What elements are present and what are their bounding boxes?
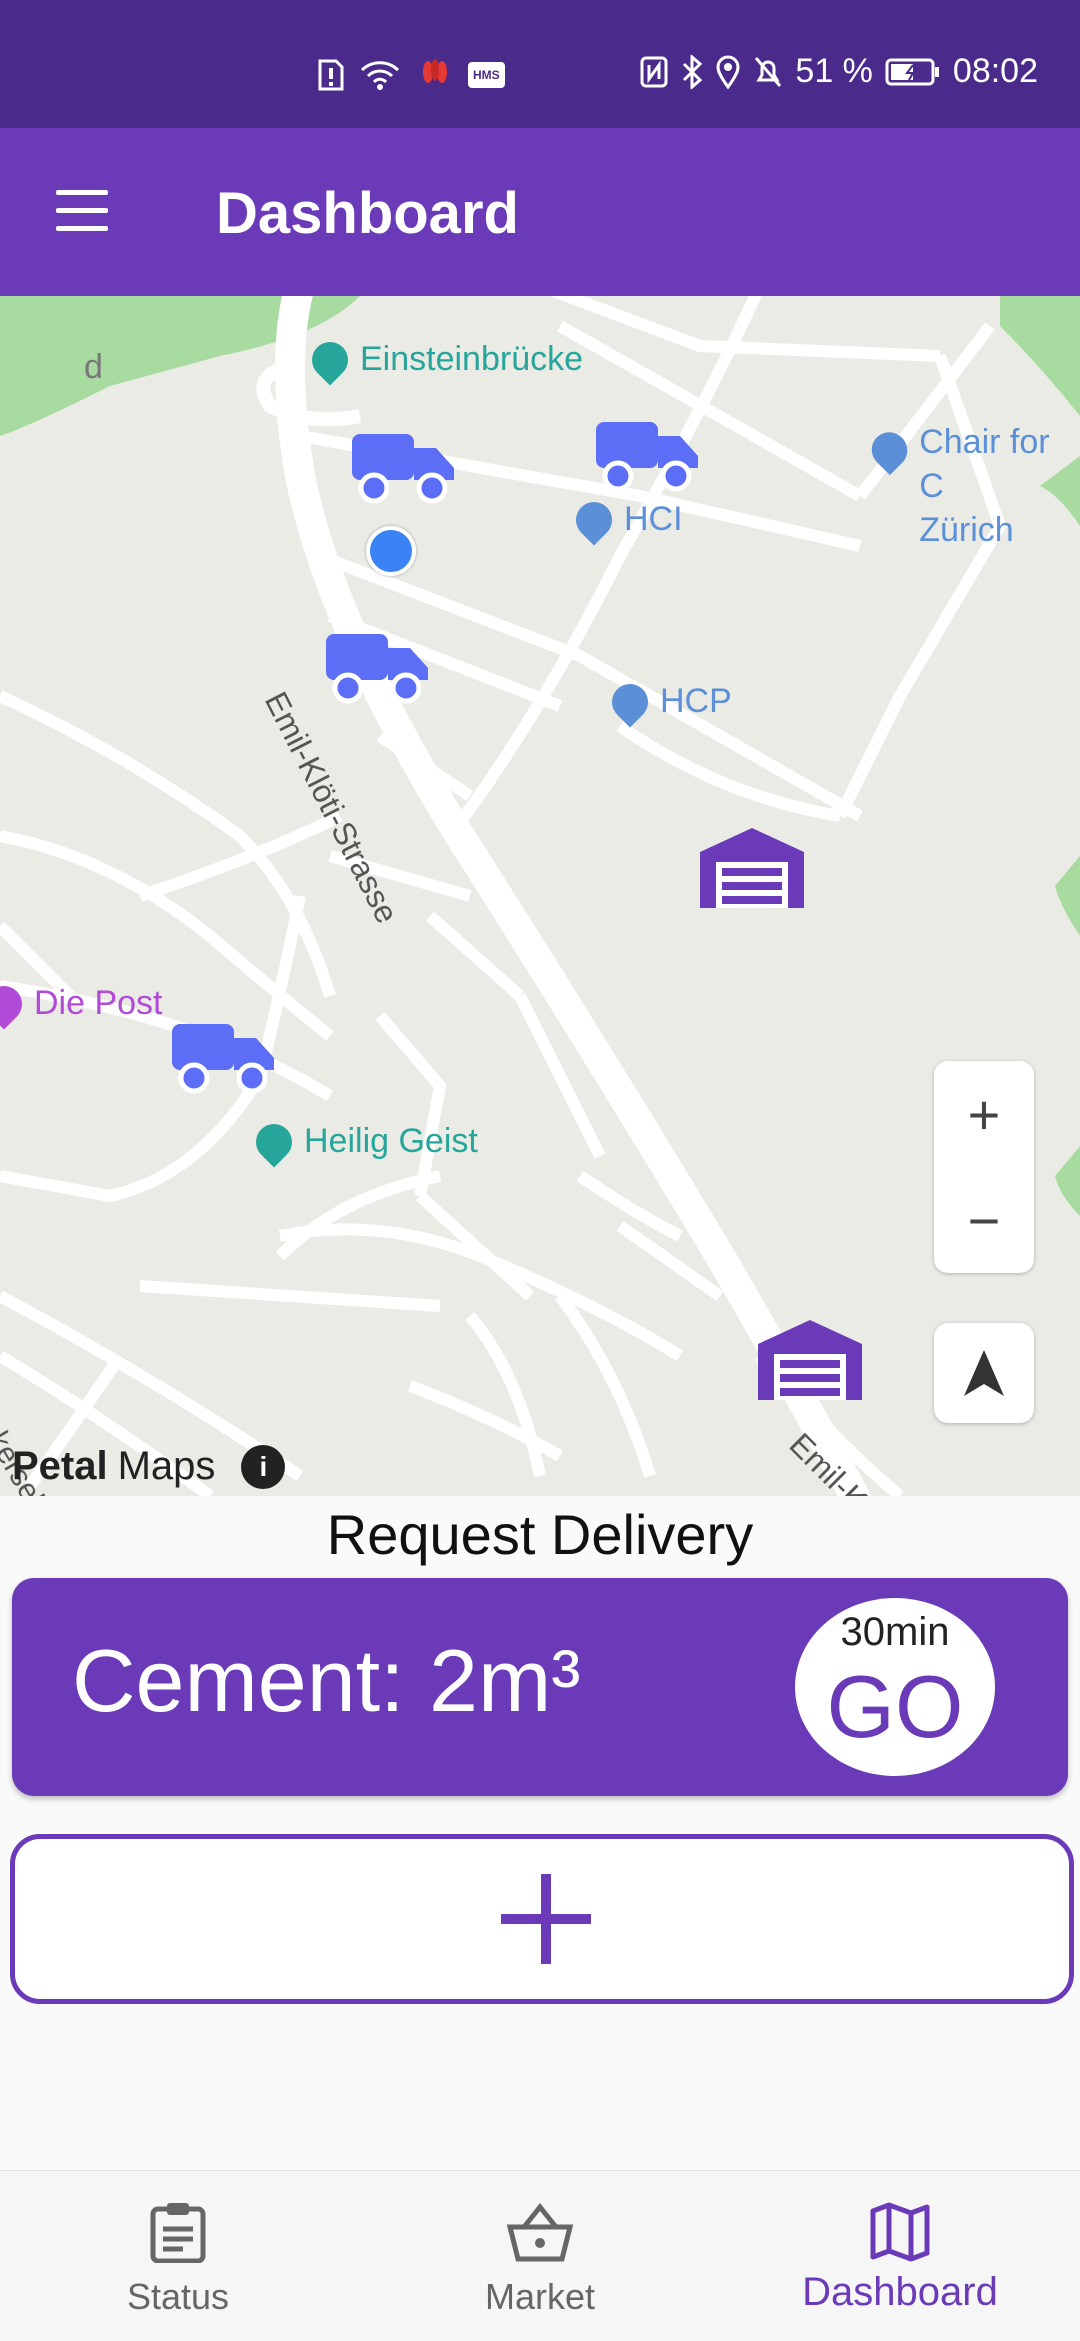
poi-label-line2: Zürich	[919, 511, 1014, 549]
nav-item-dashboard[interactable]: Dashboard	[790, 2201, 1010, 2315]
go-label: GO	[826, 1657, 964, 1756]
warehouse-marker[interactable]	[758, 1316, 862, 1400]
bottom-navigation: Status Market Dashboard	[0, 2170, 1080, 2341]
map-attribution: Petal Maps i	[12, 1444, 286, 1489]
map-icon	[870, 2202, 930, 2262]
poi-label: HCI	[624, 500, 683, 538]
status-icons-right: 51 % 08:02	[639, 52, 1038, 91]
nav-item-status[interactable]: Status	[68, 2201, 288, 2318]
poi-einsteinbrucke[interactable]: Einsteinbrücke	[304, 334, 584, 385]
app-bar: Dashboard	[0, 128, 1080, 296]
eta-label: 30min	[840, 1610, 950, 1654]
poi-label: Chair for C Zürich	[919, 420, 1080, 552]
nfc-icon	[640, 56, 668, 87]
location-icon	[716, 55, 740, 89]
attribution-brand: Petal	[12, 1444, 108, 1488]
hms-icon: HMS	[468, 62, 505, 88]
page-title: Dashboard	[216, 181, 519, 246]
nav-label-dashboard: Dashboard	[802, 2270, 998, 2314]
poi-hcp[interactable]: HCP	[604, 676, 732, 727]
sim-alert-icon	[318, 59, 344, 91]
poi-label-line1: Chair for C	[919, 423, 1050, 505]
school-pin-icon	[864, 424, 915, 476]
bluetooth-icon	[683, 54, 703, 89]
street-label-corner: d	[84, 348, 103, 386]
plus-icon-vertical	[541, 1874, 551, 1964]
user-location-dot	[366, 526, 416, 576]
status-icons-left: HMS	[318, 58, 505, 92]
poi-label: Heilig Geist	[304, 1122, 478, 1160]
poi-heilig-geist[interactable]: Heilig Geist	[248, 1116, 478, 1167]
poi-die-post[interactable]: Die Post	[0, 978, 163, 1029]
huawei-icon	[423, 59, 447, 83]
warehouse-marker[interactable]	[700, 824, 804, 908]
battery-icon	[885, 58, 939, 85]
church-pin-icon	[248, 1116, 300, 1167]
nav-label-market: Market	[484, 2276, 596, 2317]
truck-marker[interactable]	[596, 414, 700, 498]
camera-pin-icon	[304, 334, 356, 385]
poi-hci[interactable]: HCI	[568, 494, 683, 545]
zoom-out-button[interactable]: −	[934, 1167, 1034, 1273]
zoom-controls: + −	[934, 1061, 1034, 1273]
info-icon[interactable]: i	[241, 1444, 286, 1489]
navigation-arrow-icon	[964, 1350, 1004, 1396]
delivery-request-card[interactable]: Cement: 2m³ 30min GO	[12, 1578, 1068, 1796]
school-pin-icon	[568, 494, 620, 545]
zoom-in-button[interactable]: +	[934, 1061, 1034, 1167]
poi-label: HCP	[660, 682, 732, 720]
delivery-item-label: Cement: 2m³	[72, 1631, 581, 1730]
map-view[interactable]: Einsteinbrücke Chair for C Zürich HCI HCP…	[0, 296, 1080, 1496]
go-button[interactable]: 30min GO	[795, 1598, 995, 1776]
request-delivery-title: Request Delivery	[326, 1503, 754, 1566]
hamburger-icon[interactable]	[50, 190, 110, 234]
poi-chair[interactable]: Chair for C Zürich	[864, 420, 1080, 552]
status-bar: HMS 51 % 08:02	[0, 0, 1080, 128]
clock: 08:02	[952, 52, 1038, 90]
nav-item-market[interactable]: Market	[430, 2201, 650, 2318]
add-delivery-button[interactable]	[10, 1834, 1074, 2004]
truck-marker[interactable]	[326, 626, 430, 710]
compass-button[interactable]	[934, 1323, 1034, 1423]
post-pin-icon	[0, 978, 30, 1029]
battery-percent: 51 %	[795, 52, 873, 90]
school-pin-icon	[604, 676, 656, 727]
truck-marker[interactable]	[352, 426, 456, 510]
attribution-maps: Maps	[117, 1444, 216, 1488]
clipboard-icon	[150, 2203, 206, 2264]
poi-label: Die Post	[34, 984, 163, 1022]
nav-label-status: Status	[126, 2276, 230, 2317]
wifi-icon	[360, 61, 400, 90]
basket-icon	[506, 2202, 574, 2262]
truck-marker[interactable]	[172, 1016, 276, 1100]
poi-label: Einsteinbrücke	[360, 340, 584, 378]
bell-off-icon	[755, 56, 782, 87]
